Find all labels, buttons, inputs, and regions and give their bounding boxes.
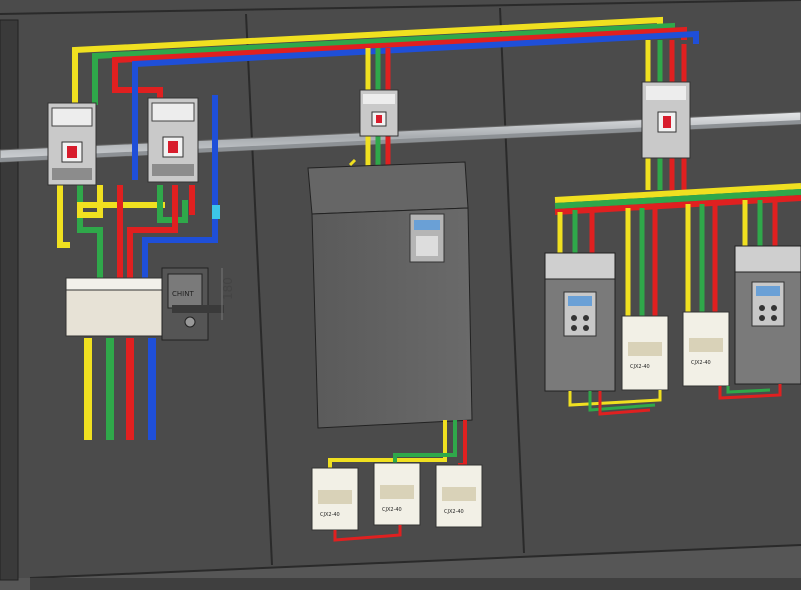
switch-label: CHINT [172,290,194,298]
contactor-5: CJX2-40 [682,311,730,387]
circuit-breaker-left-2 [147,97,199,183]
vfd-right-1 [544,252,616,392]
contactor-3-label: CJX2-40 [444,509,464,515]
left-frame [0,19,19,581]
center-breaker [359,89,399,137]
contactor-2: CJX2-40 [373,462,421,526]
dimension-label: 180 [221,277,235,300]
electrical-panel-drawing: CHINT 180 CJX2-40 CJX2-40 CJX2-40 CJX2-4… [0,0,801,590]
circuit-breaker-left [47,102,97,186]
contactor-5-label: CJX2-40 [691,360,711,366]
contactor-3: CJX2-40 [435,464,483,528]
vfd-right-2 [734,245,801,385]
contactor-1-label: CJX2-40 [320,512,340,518]
cad-assembly-view: CHINT 180 CJX2-40 CJX2-40 CJX2-40 CJX2-4… [0,0,801,590]
right-breaker [641,81,691,159]
contactor-1: CJX2-40 [311,467,359,531]
contactor-2-label: CJX2-40 [382,507,402,513]
contactor-4: CJX2-40 [621,315,669,391]
contactor-4-label: CJX2-40 [630,364,650,370]
vfd-center [307,158,473,429]
